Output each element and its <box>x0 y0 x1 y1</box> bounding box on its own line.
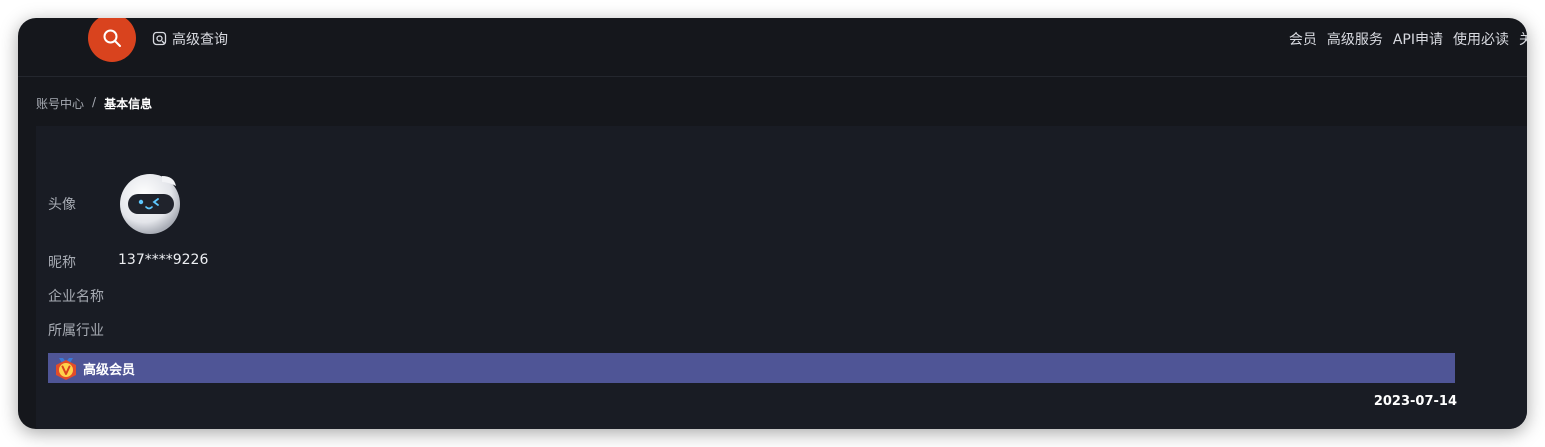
top-nav-links: 会员 高级服务 API申请 使用必读 关 <box>1289 29 1527 49</box>
industry-label: 所属行业 <box>48 323 104 339</box>
company-name-label: 企业名称 <box>48 289 104 305</box>
nav-api-application[interactable]: API申请 <box>1393 29 1443 49</box>
vip-badge-icon <box>56 358 76 380</box>
robot-avatar-icon <box>120 174 180 234</box>
breadcrumb-account-center[interactable]: 账号中心 <box>36 95 84 112</box>
avatar-label: 头像 <box>48 197 76 213</box>
nav-member[interactable]: 会员 <box>1289 29 1317 49</box>
nav-about-truncated[interactable]: 关 <box>1519 29 1527 49</box>
breadcrumb: 账号中心 / 基本信息 <box>36 95 152 112</box>
search-icon <box>103 29 121 47</box>
profile-panel: 头像 昵称 137****9226 企业名称 所属行业 高级会员 2023-07… <box>36 126 1527 429</box>
search-button[interactable] <box>88 18 136 62</box>
premium-member-bar: 高级会员 <box>48 353 1455 383</box>
breadcrumb-separator: / <box>92 95 97 109</box>
nickname-label: 昵称 <box>48 255 76 271</box>
avatar[interactable] <box>118 170 184 236</box>
top-navigation: 高级查询 会员 高级服务 API申请 使用必读 关 <box>18 18 1527 77</box>
membership-date: 2023-07-14 <box>1373 394 1457 409</box>
premium-member-title: 高级会员 <box>83 362 136 378</box>
breadcrumb-basic-info: 基本信息 <box>104 97 153 111</box>
advanced-query-link[interactable]: 高级查询 <box>152 29 228 49</box>
nav-must-read[interactable]: 使用必读 <box>1453 29 1509 49</box>
nav-premium-services[interactable]: 高级服务 <box>1327 29 1383 49</box>
app-window: 高级查询 会员 高级服务 API申请 使用必读 关 账号中心 / 基本信息 头像 <box>18 18 1527 429</box>
at-search-icon <box>152 31 167 46</box>
advanced-query-label: 高级查询 <box>172 32 228 48</box>
nickname-value: 137****9226 <box>118 252 209 268</box>
